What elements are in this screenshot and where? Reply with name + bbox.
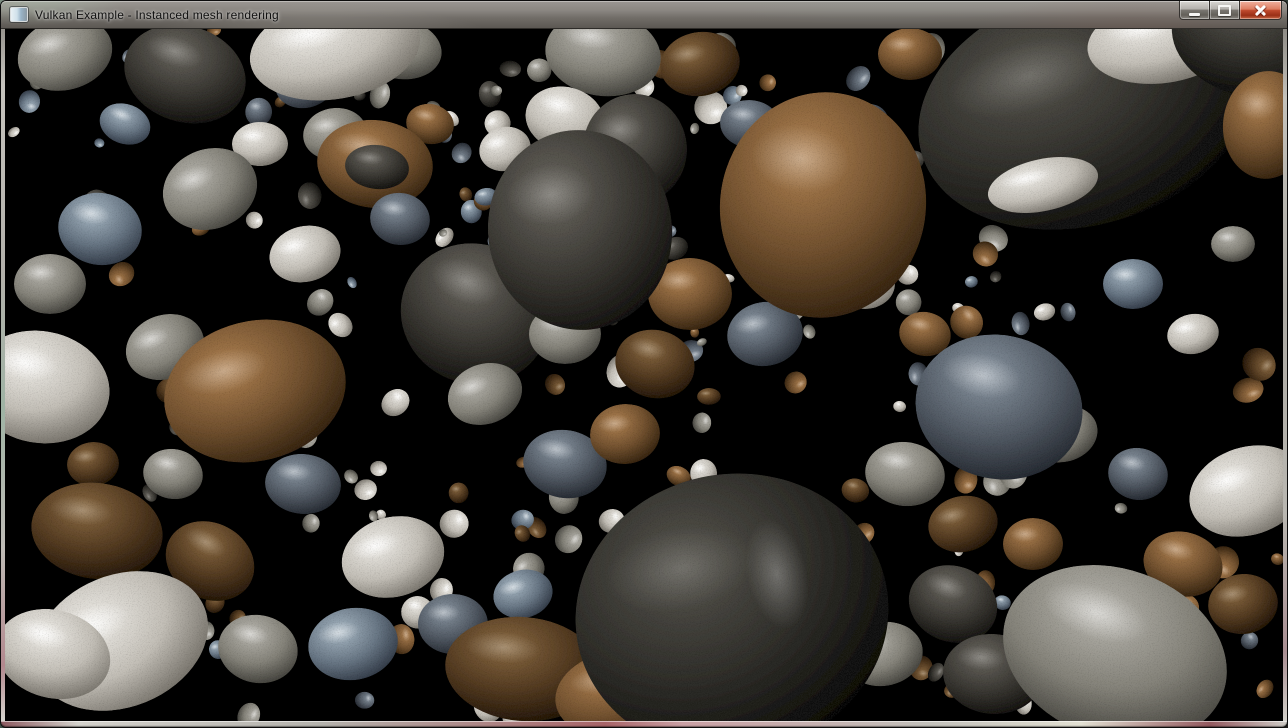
minimize-button[interactable] <box>1179 1 1210 20</box>
resize-edge-bottom[interactable] <box>1 721 1287 727</box>
maximize-icon <box>1218 5 1231 16</box>
rock-field-scene <box>5 29 1283 721</box>
close-icon <box>1253 3 1268 18</box>
application-icon[interactable] <box>10 7 28 22</box>
window-controls <box>1180 1 1282 20</box>
resize-edge-right[interactable] <box>1283 29 1287 721</box>
render-viewport[interactable] <box>5 29 1283 721</box>
minimize-icon <box>1189 13 1200 16</box>
close-button[interactable] <box>1239 1 1282 20</box>
maximize-button[interactable] <box>1209 1 1240 20</box>
app-window: Vulkan Example - Instanced mesh renderin… <box>0 0 1288 728</box>
window-title: Vulkan Example - Instanced mesh renderin… <box>35 8 279 22</box>
titlebar[interactable]: Vulkan Example - Instanced mesh renderin… <box>1 1 1287 29</box>
window-frame <box>1 29 1287 721</box>
